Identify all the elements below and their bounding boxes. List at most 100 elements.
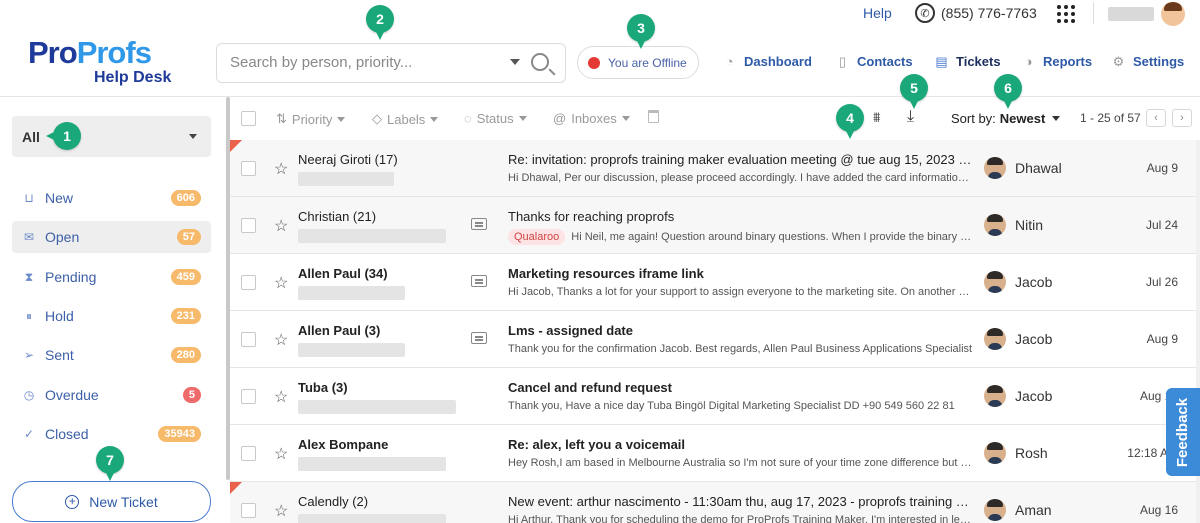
search-icon[interactable]	[531, 53, 549, 71]
search-input[interactable]	[230, 54, 510, 71]
table-row[interactable]: ☆ Christian (21) Thanks for reaching pro…	[230, 197, 1200, 254]
star-icon[interactable]: ☆	[274, 273, 288, 293]
star-icon[interactable]: ☆	[274, 501, 288, 521]
hourglass-icon: ⧗	[24, 269, 34, 284]
ticket-sender: Allen Paul (3)	[298, 323, 381, 338]
sidebar-item-pending[interactable]: ⧗ Pending 459	[12, 261, 211, 293]
ticket-sender: Tuba (3)	[298, 380, 348, 395]
thread-icon	[471, 332, 487, 344]
table-row[interactable]: ☆ Calendly (2) New event: arthur nascime…	[230, 482, 1200, 523]
ticket-subject[interactable]: Thanks for reaching proprofs	[508, 209, 974, 224]
ticket-subject[interactable]: Cancel and refund request	[508, 380, 974, 395]
gear-icon: ⚙	[1112, 53, 1125, 69]
trash-icon[interactable]	[648, 110, 659, 123]
inboxes-filter[interactable]: @ Inboxes	[553, 111, 630, 126]
row-checkbox[interactable]	[241, 446, 256, 461]
assigned-agent[interactable]: Nitin	[1015, 217, 1043, 233]
table-row[interactable]: ☆ Allen Paul (3) Lms - assigned date Tha…	[230, 311, 1200, 368]
assigned-agent[interactable]: Aman	[1015, 502, 1052, 518]
assigned-agent[interactable]: Rosh	[1015, 445, 1048, 461]
logo-subtitle: Help Desk	[94, 69, 172, 86]
view-filter-select[interactable]: All	[12, 116, 211, 157]
availability-status-button[interactable]: You are Offline	[577, 46, 699, 79]
sidebar-item-hold[interactable]: ⏸ Hold 231	[12, 300, 211, 332]
row-checkbox[interactable]	[241, 161, 256, 176]
row-checkbox[interactable]	[241, 503, 256, 518]
pagination-label: 1 - 25 of 57	[1080, 111, 1141, 125]
star-icon[interactable]: ☆	[274, 444, 288, 464]
table-row[interactable]: ☆ Allen Paul (34) Marketing resources if…	[230, 254, 1200, 311]
labels-filter[interactable]: ◇ Labels	[372, 111, 439, 127]
ticket-toolbar: ⇅ Priority ◇ Labels ◌ Status @ Inboxes ⩩…	[230, 97, 1200, 140]
prev-page-button[interactable]: ‹	[1146, 109, 1166, 127]
star-icon[interactable]: ☆	[274, 387, 288, 407]
assigned-agent[interactable]: Jacob	[1015, 331, 1052, 347]
inbox-icon: ⊔	[24, 191, 34, 205]
callout-badge-1: 1	[46, 122, 81, 150]
sort-dropdown[interactable]: Sort by: Newest	[951, 111, 1061, 126]
nav-contacts[interactable]: ▯ Contacts	[834, 53, 913, 70]
count-badge: 5	[182, 387, 201, 403]
sidebar-item-sent[interactable]: ➢ Sent 280	[12, 339, 211, 371]
nav-settings[interactable]: ⚙ Settings	[1110, 53, 1185, 70]
assigned-agent[interactable]: Jacob	[1015, 274, 1052, 290]
sidebar-item-new[interactable]: ⊔ New 606	[12, 182, 211, 214]
search-box[interactable]	[216, 43, 566, 83]
row-checkbox[interactable]	[241, 332, 256, 347]
offline-status-dot	[588, 56, 600, 69]
star-icon[interactable]: ☆	[274, 159, 288, 179]
check-circle-icon: ✓	[23, 427, 35, 441]
urgent-flag	[230, 482, 242, 494]
chevron-down-icon	[337, 116, 346, 122]
ticket-preview: Thank you, Have a nice day Tuba Bingöl D…	[508, 400, 955, 412]
priority-icon: ⇅	[276, 111, 287, 126]
ticket-subject[interactable]: New event: arthur nascimento - 11:30am t…	[508, 494, 974, 509]
callout-badge-3: 3	[627, 14, 655, 49]
user-avatar[interactable]	[1161, 2, 1185, 26]
chevron-down-icon	[430, 116, 439, 122]
advanced-filter-icon[interactable]: ⩩	[873, 109, 891, 125]
chevron-down-icon	[189, 134, 197, 139]
ticket-subject[interactable]: Marketing resources iframe link	[508, 266, 974, 281]
star-icon[interactable]: ☆	[274, 330, 288, 350]
table-row[interactable]: ☆ Alex Bompane Re: alex, left you a voic…	[230, 425, 1200, 482]
star-icon[interactable]: ☆	[274, 216, 288, 236]
proprofs-logo[interactable]: ProProfs Help Desk	[28, 37, 188, 90]
row-checkbox[interactable]	[241, 389, 256, 404]
feedback-tab[interactable]: Feedback	[1166, 388, 1200, 476]
chevron-down-icon	[621, 116, 630, 121]
search-scope-dropdown-icon[interactable]	[510, 59, 520, 65]
next-page-button[interactable]: ›	[1172, 109, 1192, 127]
user-name-redacted[interactable]	[1108, 7, 1154, 21]
select-all-checkbox[interactable]	[241, 111, 256, 126]
help-link[interactable]: Help	[863, 5, 892, 21]
new-ticket-button[interactable]: + New Ticket	[12, 481, 211, 522]
ticket-preview: Thank you for the confirmation Jacob. Be…	[508, 343, 973, 355]
sidebar-item-open[interactable]: ✉ Open 57	[12, 221, 211, 253]
ticket-subject[interactable]: Lms - assigned date	[508, 323, 974, 338]
reports-icon: ◑	[1024, 54, 1033, 69]
ticket-date: Aug 9	[1146, 332, 1178, 346]
nav-reports[interactable]: ◑ Reports	[1020, 53, 1093, 70]
ticket-subject[interactable]: Re: alex, left you a voicemail	[508, 437, 974, 452]
download-icon[interactable]: ⤓	[907, 108, 914, 126]
sender-email-redacted	[298, 286, 405, 300]
pause-icon: ⏸	[25, 308, 32, 323]
support-phone[interactable]: ✆ (855) 776-7763	[915, 3, 1037, 23]
status-filter[interactable]: ◌ Status	[464, 111, 527, 126]
row-checkbox[interactable]	[241, 218, 256, 233]
assigned-agent[interactable]: Jacob	[1015, 388, 1052, 404]
sidebar-item-overdue[interactable]: ◷ Overdue 5	[12, 379, 211, 411]
row-checkbox[interactable]	[241, 275, 256, 290]
label-tag[interactable]: Qualaroo	[508, 229, 566, 245]
nav-tickets[interactable]: ▤ Tickets	[933, 53, 1000, 70]
priority-filter[interactable]: ⇅ Priority	[276, 111, 346, 127]
ticket-subject[interactable]: Re: invitation: proprofs training maker …	[508, 152, 974, 167]
sender-email-redacted	[298, 229, 446, 243]
contacts-icon: ▯	[838, 53, 847, 69]
assigned-agent[interactable]: Dhawal	[1015, 160, 1062, 176]
table-row[interactable]: ☆ Tuba (3) Cancel and refund request Tha…	[230, 368, 1200, 425]
table-row[interactable]: ☆ Neeraj Giroti (17) Re: invitation: pro…	[230, 140, 1200, 197]
apps-grid-icon[interactable]	[1057, 5, 1075, 23]
nav-dashboard[interactable]: ◔ Dashboard	[721, 53, 812, 70]
